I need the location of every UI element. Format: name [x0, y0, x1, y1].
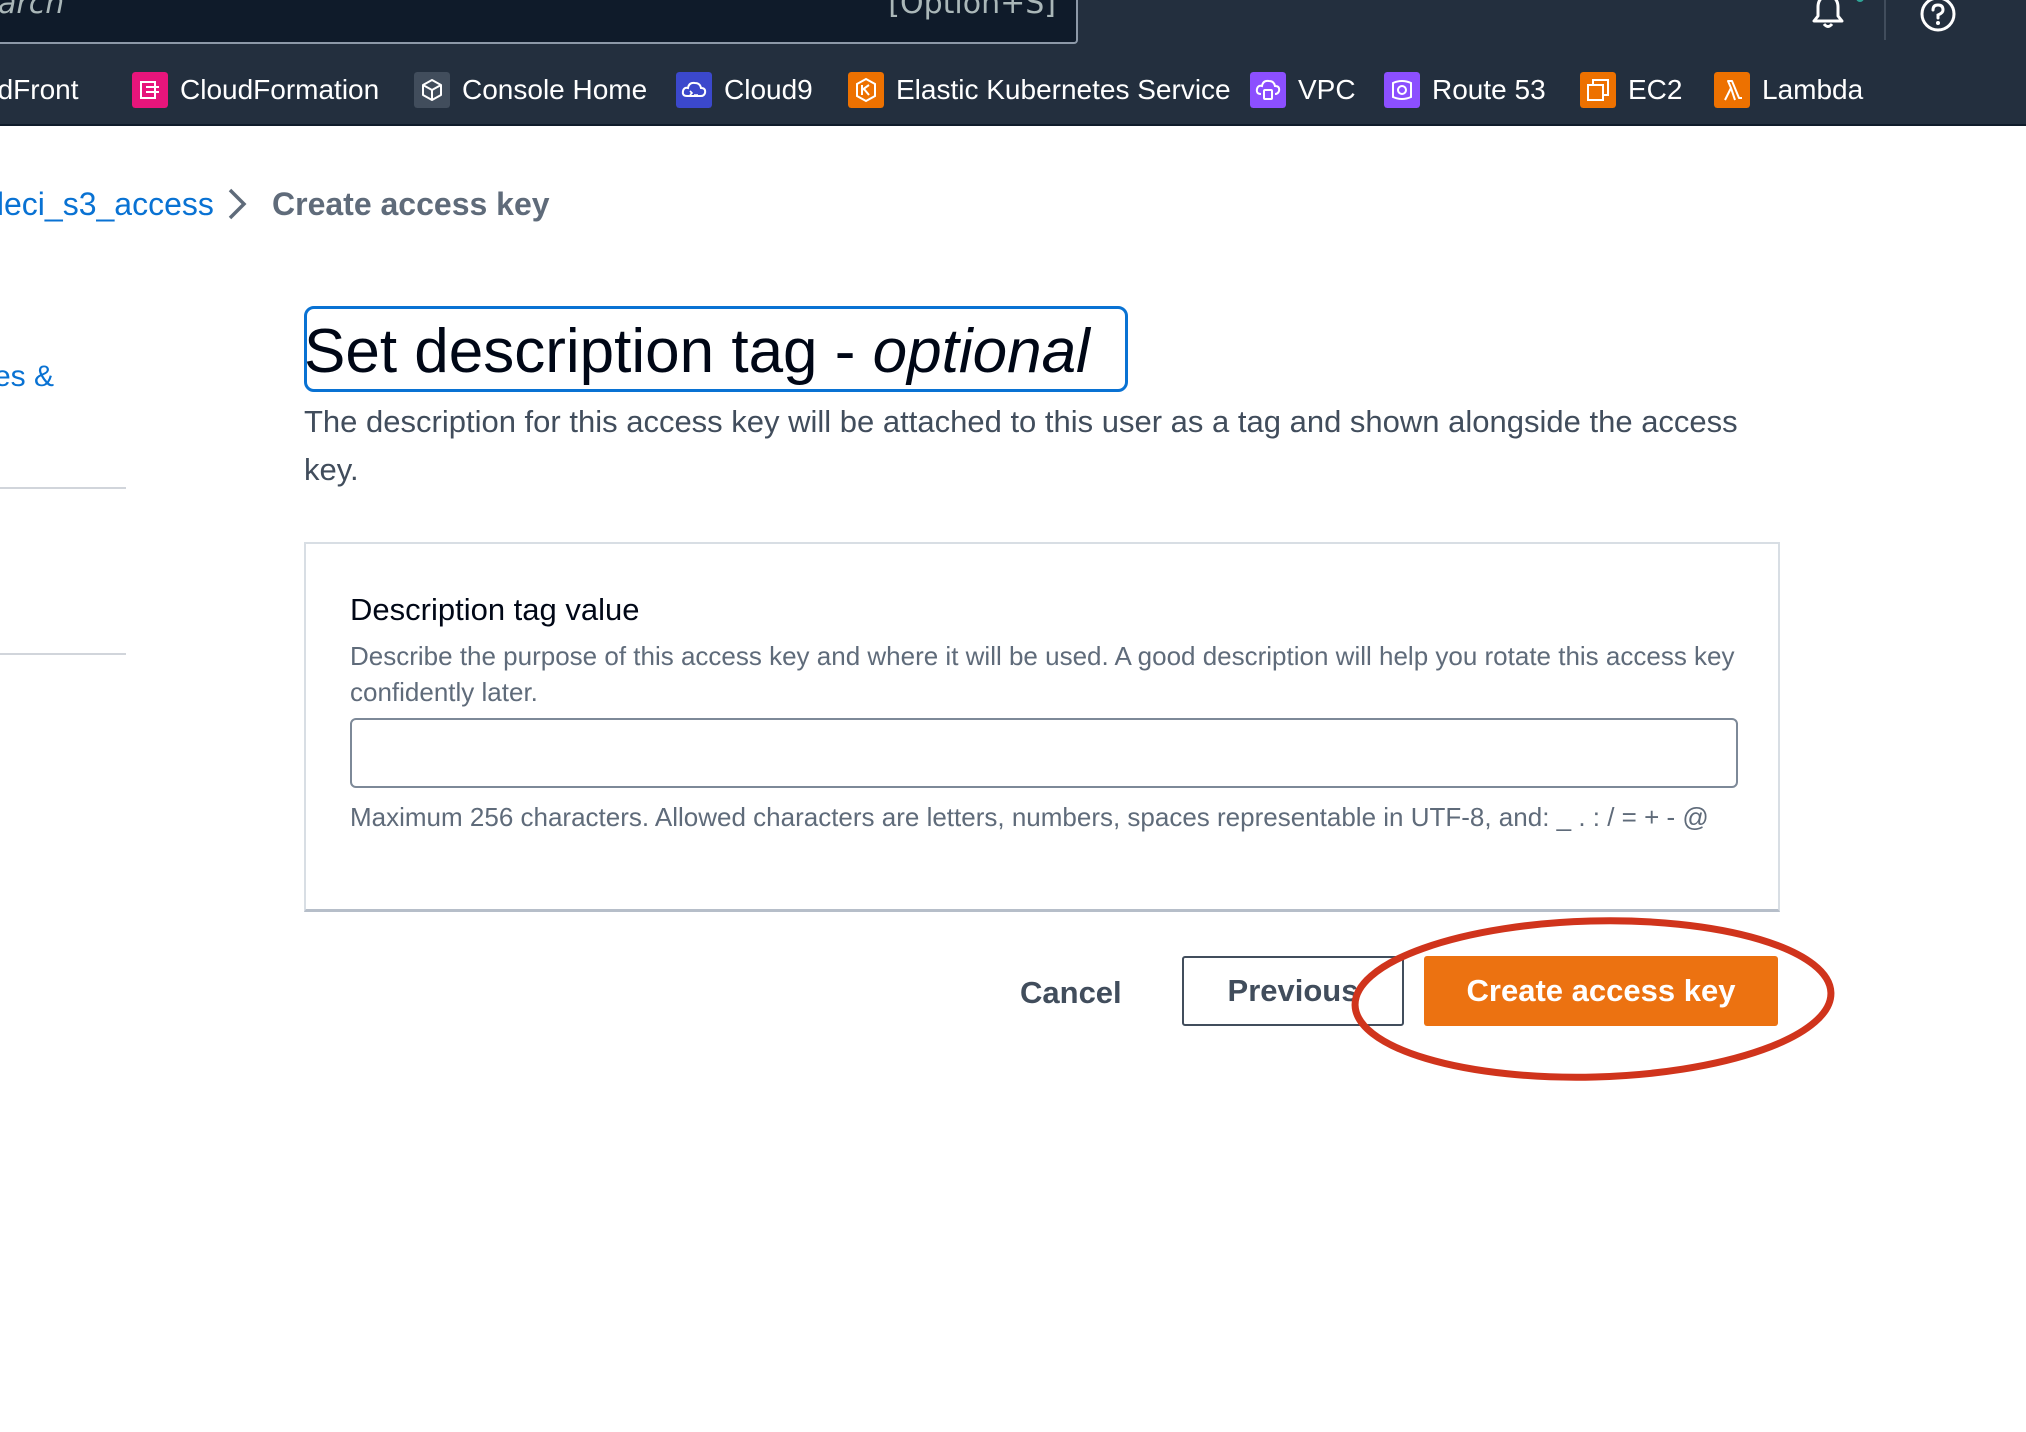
field-label: Description tag value [350, 592, 640, 627]
favorite-label: Route 53 [1432, 74, 1546, 105]
page-title-optional: optional [872, 317, 1090, 386]
page-title: Set description tag - optional [304, 312, 1090, 392]
page-title-text: Set description tag - [304, 317, 873, 386]
side-nav-divider [0, 487, 126, 489]
page-description: The description for this access key will… [304, 404, 1738, 487]
favorite-route-53[interactable]: Route 53 [1384, 70, 1546, 110]
search-shortcut-hint: [Option+S] [888, 0, 1056, 21]
description-tag-input[interactable] [350, 718, 1738, 788]
favorite-cloud9[interactable]: Cloud9 [676, 70, 813, 110]
favorite-ec2[interactable]: EC2 [1580, 70, 1682, 110]
topbar-divider [1884, 0, 1886, 40]
field-constraint-text: Maximum 256 characters. Allowed characte… [350, 802, 1709, 832]
favorite-lambda[interactable]: Lambda [1714, 70, 1863, 110]
cloud9-icon [676, 72, 712, 108]
side-nav-divider [0, 653, 126, 655]
breadcrumb-parent-link[interactable]: tleci_s3_access [0, 186, 214, 223]
search-box[interactable]: arch [Option+S] [0, 0, 1078, 44]
favorite-elastic-kubernetes-service[interactable]: Elastic Kubernetes Service [848, 70, 1231, 110]
eks-icon [848, 72, 884, 108]
field-description: Describe the purpose of this access key … [350, 641, 1735, 707]
console-home-icon [414, 72, 450, 108]
cloudformation-icon [132, 72, 168, 108]
create-access-key-button[interactable]: Create access key [1424, 956, 1778, 1026]
page: arch [Option+S] udFront Clou [0, 0, 2026, 1432]
description-tag-panel: Description tag value Describe the purpo… [304, 542, 1780, 912]
favorite-label: udFront [0, 74, 79, 105]
help-icon[interactable] [1918, 0, 1958, 34]
notification-dot [1856, 0, 1864, 2]
search-input-text[interactable]: arch [0, 0, 64, 21]
bell-icon[interactable] [1808, 0, 1848, 32]
favorite-label: VPC [1298, 74, 1356, 105]
favorite-cloudfront[interactable]: udFront [0, 70, 79, 110]
lambda-icon [1714, 72, 1750, 108]
favorite-label: Console Home [462, 74, 648, 105]
favorite-label: Cloud9 [724, 74, 813, 105]
favorite-label: CloudFormation [180, 74, 380, 105]
top-navigation-bar: arch [Option+S] udFront Clou [0, 0, 2026, 126]
cancel-button[interactable]: Cancel [1010, 958, 1132, 1028]
route53-icon [1384, 72, 1420, 108]
ec2-icon [1580, 72, 1616, 108]
favorite-vpc[interactable]: VPC [1250, 70, 1356, 110]
side-nav-link[interactable]: es & [0, 360, 54, 394]
breadcrumb-current: Create access key [272, 186, 550, 222]
chevron-right-icon [228, 188, 247, 220]
favorite-label: EC2 [1628, 74, 1683, 105]
previous-button[interactable]: Previous [1182, 956, 1404, 1026]
favorite-console-home[interactable]: Console Home [414, 70, 647, 110]
favorite-cloudformation[interactable]: CloudFormation [132, 70, 379, 110]
favorite-label: Elastic Kubernetes Service [896, 74, 1231, 105]
vpc-icon [1250, 72, 1286, 108]
favorite-label: Lambda [1762, 74, 1864, 105]
